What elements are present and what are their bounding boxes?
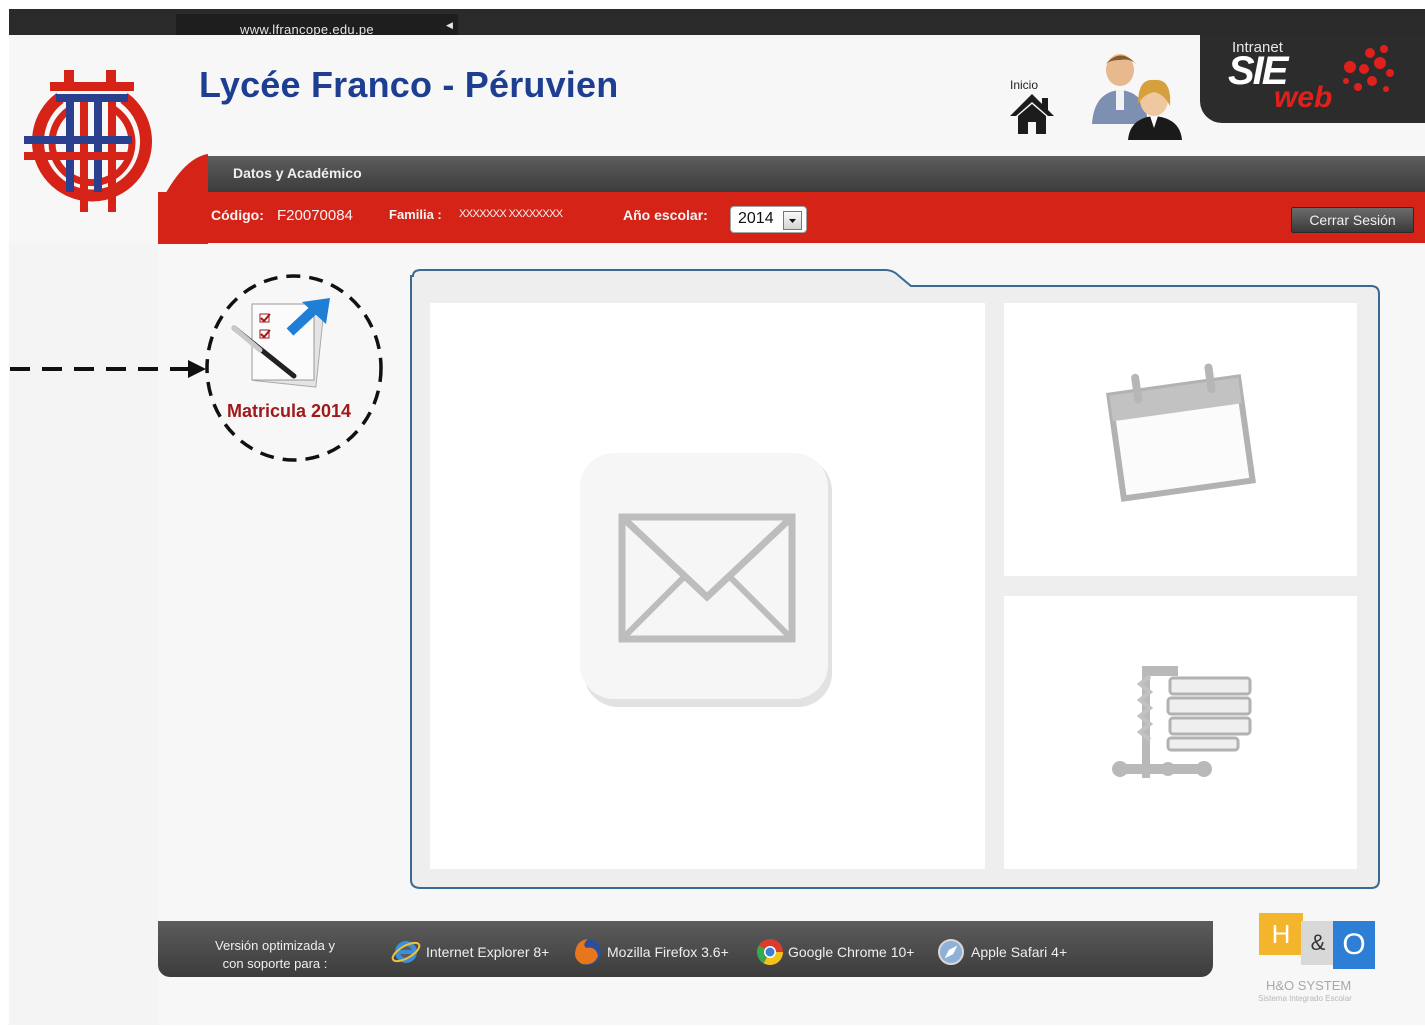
ho-system-logo: H & O [1259, 913, 1375, 971]
ho-system-name: H&O SYSTEM [1266, 978, 1352, 993]
archive-tile[interactable] [1004, 596, 1357, 869]
matricula-icon[interactable] [230, 298, 335, 393]
matricula-label[interactable]: Matricula 2014 [227, 401, 351, 422]
year-dropdown-button[interactable] [783, 211, 802, 230]
dots-icon [1343, 45, 1394, 92]
ho-system-tagline: Sistema Integrado Escolar [1258, 994, 1352, 1003]
browser-safari-label: Apple Safari 4+ [971, 944, 1068, 960]
calendar-tile[interactable] [1004, 303, 1357, 576]
inicio-label[interactable]: Inicio [1010, 78, 1038, 92]
browser-support-line-2: con soporte para : [222, 956, 328, 971]
logout-button[interactable]: Cerrar Sesión [1291, 207, 1414, 233]
codigo-label: Código: [211, 207, 264, 223]
collapse-arrow-icon[interactable]: ◀ [446, 20, 453, 31]
codigo-value: F20070084 [277, 207, 353, 224]
users-icon[interactable] [1086, 50, 1186, 142]
firefox-icon [575, 939, 601, 965]
browser-ie-label: Internet Explorer 8+ [426, 944, 550, 960]
archive-icon [1112, 666, 1252, 778]
sie-web-logo: Intranet SIE web [1200, 35, 1425, 123]
chevron-down-icon[interactable] [784, 212, 801, 229]
ho-logo-h: H [1259, 913, 1303, 955]
anio-escolar-label: Año escolar: [623, 207, 708, 223]
ho-logo-amp: & [1301, 921, 1335, 965]
browser-support-note: Versión optimizada y con soporte para : [200, 937, 350, 973]
browser-support-line-1: Versión optimizada y [215, 938, 335, 953]
ho-logo-o: O [1333, 921, 1375, 969]
home-icon[interactable] [1008, 92, 1056, 136]
browser-firefox-label: Mozilla Firefox 3.6+ [607, 944, 729, 960]
mail-icon [580, 453, 832, 707]
nav-item-datos-academico[interactable]: Datos y Académico [233, 165, 362, 181]
web-label: web [1274, 81, 1333, 114]
chrome-icon [757, 939, 784, 966]
school-name: Lycée Franco - Péruvien [199, 64, 619, 105]
safari-icon [938, 939, 964, 965]
nav-bar [206, 156, 1425, 192]
school-logo-icon [24, 70, 152, 212]
browser-chrome-label: Google Chrome 10+ [788, 944, 915, 960]
familia-label: Familia : [389, 207, 442, 222]
messages-tile[interactable] [430, 303, 985, 869]
familia-value: XXXXXXX XXXXXXXX [459, 208, 563, 220]
year-select-value[interactable]: 2014 [738, 210, 774, 228]
internet-explorer-icon [391, 941, 421, 963]
calendar-icon [1106, 363, 1256, 502]
red-corner-decoration [158, 154, 208, 244]
